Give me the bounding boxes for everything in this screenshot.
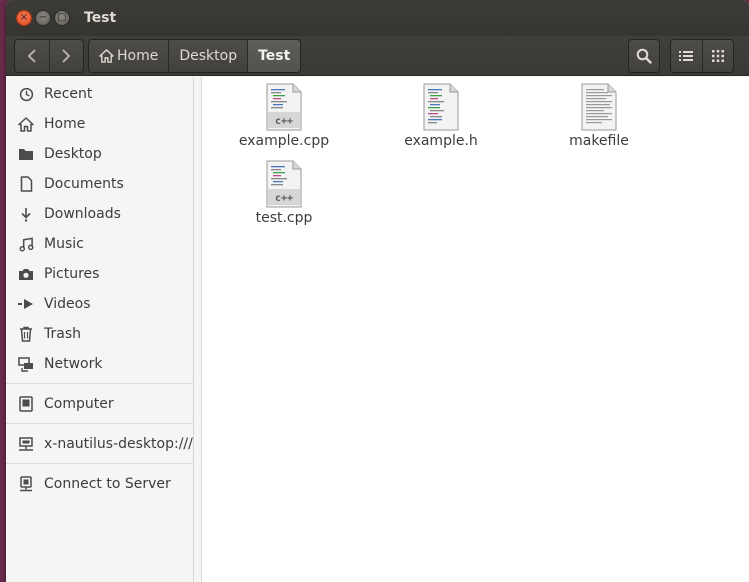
view-switcher <box>670 39 734 73</box>
file-name: example.h <box>404 133 478 149</box>
svg-text:c++: c++ <box>275 193 293 204</box>
breadcrumb-test-label: Test <box>258 48 291 64</box>
chevron-right-icon <box>62 49 71 63</box>
text-file-icon <box>581 83 617 131</box>
toolbar: Home Desktop Test <box>6 36 749 76</box>
server-icon <box>18 476 34 492</box>
breadcrumb-home-label: Home <box>117 48 159 64</box>
sidebar-divider <box>6 383 193 384</box>
breadcrumb-desktop-label: Desktop <box>179 48 238 64</box>
sidebar-item-label: Pictures <box>44 266 100 282</box>
music-icon <box>18 236 34 252</box>
sidebar-item-label: Videos <box>44 296 91 312</box>
chevron-left-icon <box>27 49 36 63</box>
sidebar-item-label: Desktop <box>44 146 102 162</box>
list-view-button[interactable] <box>671 40 702 72</box>
camera-icon <box>18 266 34 282</box>
file-item-makefile[interactable]: makefile <box>534 83 664 149</box>
sidebar-divider <box>6 423 193 424</box>
breadcrumb-test[interactable]: Test <box>247 40 301 72</box>
file-view[interactable]: c++ example.cpp example.h makefile c++ t… <box>201 77 749 582</box>
sidebar-item-trash[interactable]: Trash <box>6 319 193 349</box>
close-button[interactable]: × <box>16 10 32 26</box>
back-button[interactable] <box>15 40 49 72</box>
list-view-icon <box>679 51 694 61</box>
file-name: makefile <box>569 133 629 149</box>
breadcrumb-home[interactable]: Home <box>89 40 169 72</box>
sidebar-item-label: Home <box>44 116 86 132</box>
window-title: Test <box>84 10 117 26</box>
sidebar-item-desktop[interactable]: Desktop <box>6 139 193 169</box>
sidebar-item-network[interactable]: Network <box>6 349 193 379</box>
sidebar-item-label: Network <box>44 356 103 372</box>
sidebar-item-label: Downloads <box>44 206 121 222</box>
sidebar-item-recent[interactable]: Recent <box>6 79 193 109</box>
download-icon <box>18 206 34 222</box>
sidebar-item-videos[interactable]: Videos <box>6 289 193 319</box>
sidebar-item-home[interactable]: Home <box>6 109 193 139</box>
file-item-example-h[interactable]: example.h <box>376 83 506 149</box>
sidebar-item-label: Computer <box>44 396 114 412</box>
file-item-test-cpp[interactable]: c++ test.cpp <box>219 160 349 226</box>
sidebar-item-label: x-nautilus-desktop:/// <box>44 436 193 452</box>
cpp-file-icon: c++ <box>266 83 302 131</box>
window-controls: × − □ <box>16 10 70 26</box>
file-item-example-cpp[interactable]: c++ example.cpp <box>219 83 349 149</box>
trash-icon <box>18 326 34 342</box>
network-icon <box>18 356 34 372</box>
forward-button[interactable] <box>48 40 84 72</box>
file-name: example.cpp <box>238 133 330 149</box>
sidebar-item-computer[interactable]: Computer <box>6 389 193 419</box>
sidebar-item-label: Documents <box>44 176 124 192</box>
grid-view-icon <box>711 50 724 62</box>
sidebar-item-pictures[interactable]: Pictures <box>6 259 193 289</box>
breadcrumb-desktop[interactable]: Desktop <box>168 40 248 72</box>
search-button[interactable] <box>628 39 660 73</box>
sidebar-item-label: Trash <box>44 326 81 342</box>
sidebar-item-connect-server[interactable]: Connect to Server <box>6 469 193 499</box>
title-bar[interactable]: × − □ Test <box>6 0 749 36</box>
sidebar-item-music[interactable]: Music <box>6 229 193 259</box>
home-icon <box>99 49 114 63</box>
folder-icon <box>18 146 34 162</box>
document-icon <box>18 176 34 192</box>
sidebar-divider <box>6 463 193 464</box>
sidebar-item-nautilus-desktop[interactable]: x-nautilus-desktop:/// <box>6 429 193 459</box>
search-icon <box>636 48 652 64</box>
clock-icon <box>18 86 34 102</box>
breadcrumb: Home Desktop Test <box>88 39 302 73</box>
minimize-button[interactable]: − <box>35 10 51 26</box>
network-drive-icon <box>18 436 34 452</box>
maximize-button[interactable]: □ <box>54 10 70 26</box>
file-manager-window: × − □ Test Home Desktop Test Recent Home… <box>6 0 749 582</box>
sidebar-item-label: Music <box>44 236 84 252</box>
sidebar-item-documents[interactable]: Documents <box>6 169 193 199</box>
computer-icon <box>18 396 34 412</box>
cpp-file-icon: c++ <box>266 160 302 208</box>
history-nav <box>14 39 84 73</box>
header-file-icon <box>423 83 459 131</box>
video-icon <box>18 296 34 312</box>
file-name: test.cpp <box>255 210 313 226</box>
sidebar-item-label: Connect to Server <box>44 476 171 492</box>
sidebar-item-label: Recent <box>44 86 93 102</box>
sidebar-item-downloads[interactable]: Downloads <box>6 199 193 229</box>
svg-text:c++: c++ <box>275 116 293 127</box>
grid-view-button[interactable] <box>701 40 733 72</box>
places-sidebar: Recent Home Desktop Documents Downloads … <box>6 77 194 582</box>
home-icon <box>18 116 34 132</box>
